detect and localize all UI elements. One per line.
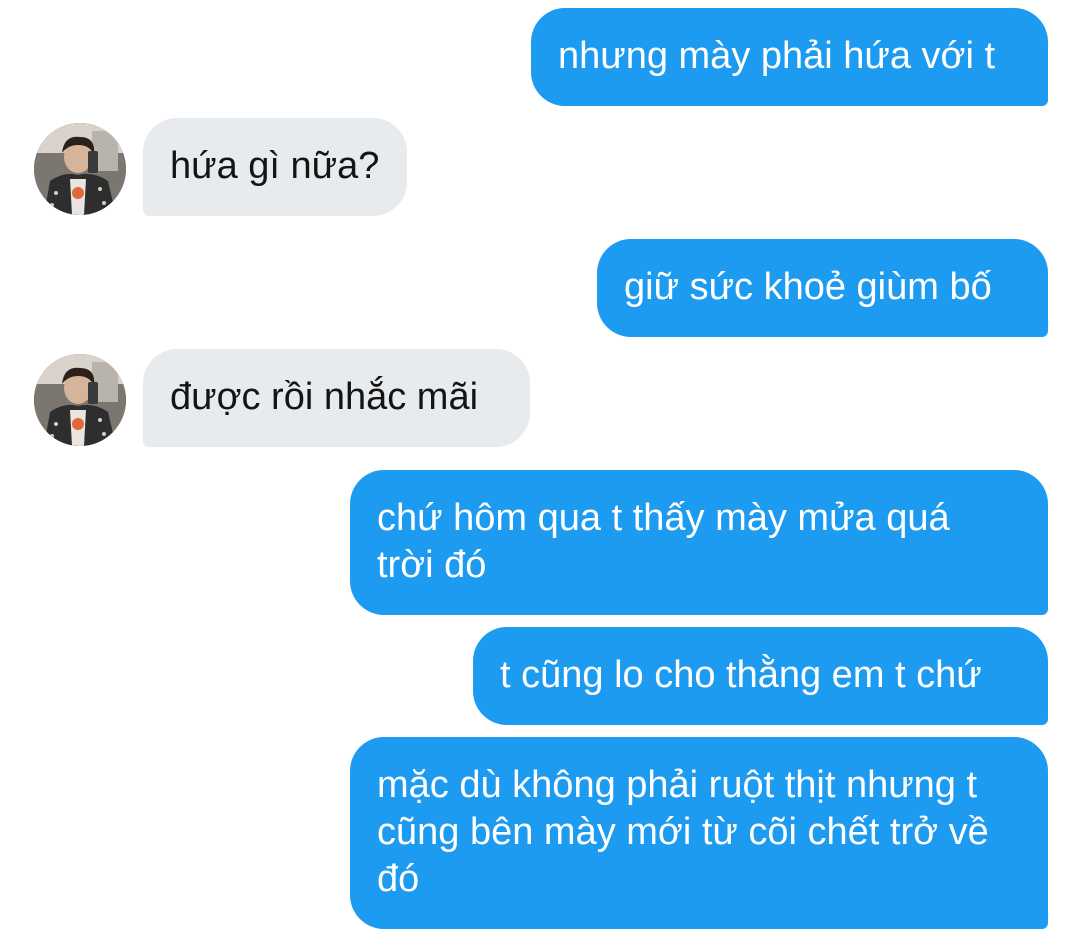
message-bubble-outgoing[interactable]: nhưng mày phải hứa với t [531,8,1048,106]
message-bubble-outgoing[interactable]: chứ hôm qua t thấy mày mửa quá trời đó [350,470,1048,615]
contact-avatar[interactable] [34,123,126,215]
avatar-photo-image [34,354,126,446]
message-bubble-outgoing[interactable]: giữ sức khoẻ giùm bố [597,239,1048,337]
message-bubble-incoming[interactable]: hứa gì nữa? [143,118,407,216]
contact-avatar[interactable] [34,354,126,446]
avatar-photo-image [34,123,126,215]
message-bubble-outgoing[interactable]: mặc dù không phải ruột thịt nhưng t cũng… [350,737,1048,929]
chat-thread: nhưng mày phải hứa với t hứa gì nữa? giữ… [0,0,1080,934]
message-bubble-outgoing[interactable]: t cũng lo cho thằng em t chứ [473,627,1048,725]
message-bubble-incoming[interactable]: được rồi nhắc mãi [143,349,530,447]
